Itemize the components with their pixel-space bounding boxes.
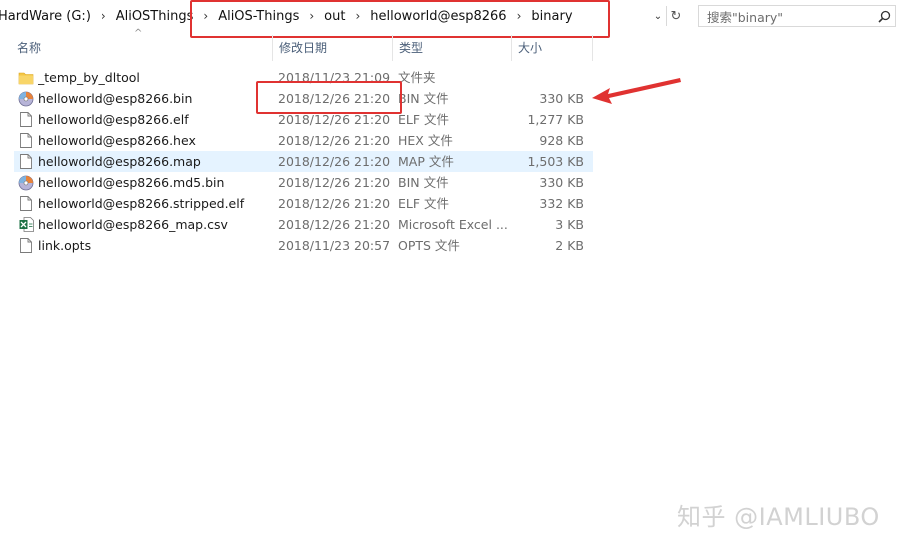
breadcrumb-chevron-icon[interactable]: ›	[197, 9, 214, 23]
file-date: 2018/12/26 21:20	[278, 91, 391, 106]
file-date: 2018/12/26 21:20	[278, 133, 391, 148]
file-name: helloworld@esp8266.map	[38, 154, 201, 169]
file-name: link.opts	[38, 238, 92, 253]
column-header: ^ 名称 修改日期 类型 大小	[0, 28, 593, 61]
file-icon	[17, 151, 35, 172]
column-header-name[interactable]: 名称	[11, 35, 273, 61]
file-type: ELF 文件	[398, 196, 450, 211]
table-row[interactable]: _temp_by_dltool 2018/11/23 21:09 文件夹	[14, 67, 593, 88]
refresh-icon[interactable]: ↻	[666, 6, 685, 26]
table-row[interactable]: helloworld@esp8266.md5.bin 2018/12/26 21…	[14, 172, 593, 193]
file-size: 928 KB	[539, 133, 584, 148]
file-icon	[17, 109, 35, 130]
column-header-date[interactable]: 修改日期	[273, 35, 393, 61]
file-size: 1,503 KB	[527, 154, 584, 169]
search-input[interactable]: 搜索"binary"	[707, 7, 873, 26]
file-date: 2018/12/26 21:20	[278, 175, 391, 190]
table-row-selected[interactable]: helloworld@esp8266.map 2018/12/26 21:20 …	[14, 151, 593, 172]
breadcrumb-chevron-icon[interactable]: ›	[303, 9, 320, 23]
table-row[interactable]: helloworld@esp8266.bin 2018/12/26 21:20 …	[14, 88, 593, 109]
breadcrumb-chevron-icon[interactable]: ›	[349, 9, 366, 23]
table-row[interactable]: link.opts 2018/11/23 20:57 OPTS 文件 2 KB	[14, 235, 593, 256]
file-date: 2018/12/26 21:20	[278, 112, 391, 127]
breadcrumb: HardWare (G:) › AliOSThings › AliOS-Thin…	[0, 0, 577, 32]
chevron-down-icon[interactable]: ⌄	[650, 11, 666, 22]
column-header-size[interactable]: 大小	[512, 35, 593, 61]
file-type: 文件夹	[398, 70, 436, 85]
file-type: ELF 文件	[398, 112, 450, 127]
file-date: 2018/12/26 21:20	[278, 154, 391, 169]
file-type: MAP 文件	[398, 154, 454, 169]
excel-file-icon	[17, 214, 35, 235]
file-size	[514, 67, 584, 88]
file-name: helloworld@esp8266_map.csv	[38, 217, 228, 232]
file-name: helloworld@esp8266.hex	[38, 133, 196, 148]
file-name: helloworld@esp8266.stripped.elf	[38, 196, 245, 211]
file-name: helloworld@esp8266.elf	[38, 112, 189, 127]
breadcrumb-item-aliosthings[interactable]: AliOSThings	[112, 9, 198, 24]
file-icon	[17, 130, 35, 151]
breadcrumb-item-alios-things[interactable]: AliOS-Things	[214, 9, 303, 24]
breadcrumb-item-binary[interactable]: binary	[527, 9, 576, 24]
watermark-text: 知乎 @IAMLIUBO	[677, 503, 880, 531]
breadcrumb-item-helloworld[interactable]: helloworld@esp8266	[366, 9, 510, 24]
table-row[interactable]: helloworld@esp8266.elf 2018/12/26 21:20 …	[14, 109, 593, 130]
file-size: 330 KB	[539, 91, 584, 106]
file-type: HEX 文件	[398, 133, 453, 148]
search-box[interactable]: 搜索"binary"	[698, 5, 896, 27]
breadcrumb-chevron-icon[interactable]: ›	[95, 9, 112, 23]
file-icon	[17, 235, 35, 256]
table-row[interactable]: helloworld@esp8266_map.csv 2018/12/26 21…	[14, 214, 593, 235]
file-date: 2018/11/23 21:09	[278, 70, 391, 85]
file-name: helloworld@esp8266.bin	[38, 91, 193, 106]
file-name: _temp_by_dltool	[38, 70, 140, 85]
search-icon[interactable]	[873, 6, 895, 26]
file-size: 2 KB	[555, 238, 584, 253]
address-controls: ⌄ ↻	[650, 5, 686, 27]
disc-file-icon	[17, 88, 35, 109]
file-icon	[17, 193, 35, 214]
breadcrumb-item-drive[interactable]: HardWare (G:)	[0, 9, 95, 24]
file-date: 2018/12/26 21:20	[278, 196, 391, 211]
file-type: OPTS 文件	[398, 238, 460, 253]
table-row[interactable]: helloworld@esp8266.stripped.elf 2018/12/…	[14, 193, 593, 214]
file-size: 3 KB	[555, 217, 584, 232]
file-type: Microsoft Excel ...	[398, 217, 508, 232]
folder-icon	[17, 67, 35, 88]
file-date: 2018/11/23 20:57	[278, 238, 391, 253]
file-type: BIN 文件	[398, 91, 449, 106]
disc-file-icon	[17, 172, 35, 193]
annotation-arrow-icon	[592, 78, 681, 104]
table-row[interactable]: helloworld@esp8266.hex 2018/12/26 21:20 …	[14, 130, 593, 151]
file-type: BIN 文件	[398, 175, 449, 190]
file-name: helloworld@esp8266.md5.bin	[38, 175, 225, 190]
file-size: 332 KB	[539, 196, 584, 211]
file-date: 2018/12/26 21:20	[278, 217, 391, 232]
breadcrumb-chevron-icon[interactable]: ›	[511, 9, 528, 23]
file-size: 1,277 KB	[527, 112, 584, 127]
breadcrumb-item-out[interactable]: out	[320, 9, 349, 24]
file-size: 330 KB	[539, 175, 584, 190]
column-header-type[interactable]: 类型	[393, 35, 512, 61]
